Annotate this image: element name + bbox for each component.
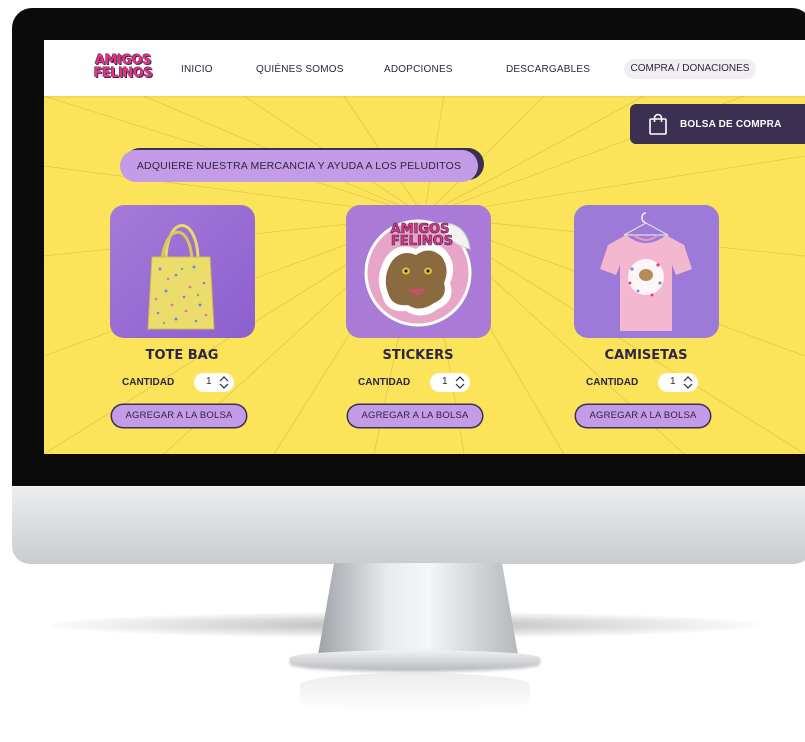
quantity-stepper-camisetas[interactable]: 1 [658,373,698,392]
nav-link-compra-donaciones[interactable]: COMPRA / DONACIONES [624,59,756,79]
quantity-row-camisetas: CANTIDAD 1 [576,372,726,394]
shopping-bag-button[interactable]: BOLSA DE COMPRA [630,104,805,144]
quantity-label: CANTIDAD [358,377,411,388]
quantity-label: CANTIDAD [122,377,175,388]
add-to-bag-button-camisetas[interactable]: AGREGAR A LA BOLSA [576,405,710,427]
screen: AMIGOS FELINOS INICIO QUIÉNES SOMOS ADOP… [44,40,805,454]
nav-link-inicio[interactable]: INICIO [181,64,213,75]
monitor-stand-base [290,650,540,670]
quantity-label: CANTIDAD [586,377,639,388]
nav-link-adopciones[interactable]: ADOPCIONES [384,64,453,75]
quantity-stepper-stickers[interactable]: 1 [430,373,470,392]
monitor-stand-neck [318,563,518,655]
amigos-felinos-logo[interactable]: AMIGOS FELINOS [88,54,158,80]
add-to-bag-button-stickers[interactable]: AGREGAR A LA BOLSA [348,405,482,427]
logo-line-2: FELINOS [93,66,153,81]
product-name-tote-bag: TOTE BAG [145,348,219,363]
stepper-arrows-icon[interactable] [452,374,468,390]
product-name-stickers: STICKERS [382,348,454,363]
top-navbar: AMIGOS FELINOS INICIO QUIÉNES SOMOS ADOP… [44,40,805,96]
quantity-stepper-tote-bag[interactable]: 1 [194,373,234,392]
merch-banner: ADQUIERE NUESTRA MERCANCIA Y AYUDA A LOS… [120,150,478,182]
quantity-value: 1 [670,376,676,387]
product-name-camisetas: CAMISETAS [604,348,688,363]
tote-bag-image [110,205,255,338]
product-image-tote-bag[interactable] [110,205,255,338]
quantity-value: 1 [206,376,212,387]
stickers-image: AMIGOS FELINOS [346,205,491,338]
tshirt-image [574,205,719,338]
monitor-stand-reflection [300,673,530,713]
shopping-bag-icon [649,113,667,135]
nav-link-descargables[interactable]: DESCARGABLES [506,64,590,75]
stepper-arrows-icon[interactable] [216,374,232,390]
monitor-chin [12,486,805,564]
quantity-value: 1 [442,376,448,387]
nav-link-quienes-somos[interactable]: QUIÉNES SOMOS [256,64,344,75]
sticker-logo-line-2: FELINOS [391,234,453,249]
add-to-bag-button-tote-bag[interactable]: AGREGAR A LA BOLSA [112,405,246,427]
quantity-row-tote-bag: CANTIDAD 1 [112,372,262,394]
product-image-camisetas[interactable] [574,205,719,338]
stepper-arrows-icon[interactable] [680,374,696,390]
product-image-stickers[interactable]: AMIGOS FELINOS [346,205,491,338]
shopping-bag-label: BOLSA DE COMPRA [680,118,782,130]
quantity-row-stickers: CANTIDAD 1 [348,372,498,394]
